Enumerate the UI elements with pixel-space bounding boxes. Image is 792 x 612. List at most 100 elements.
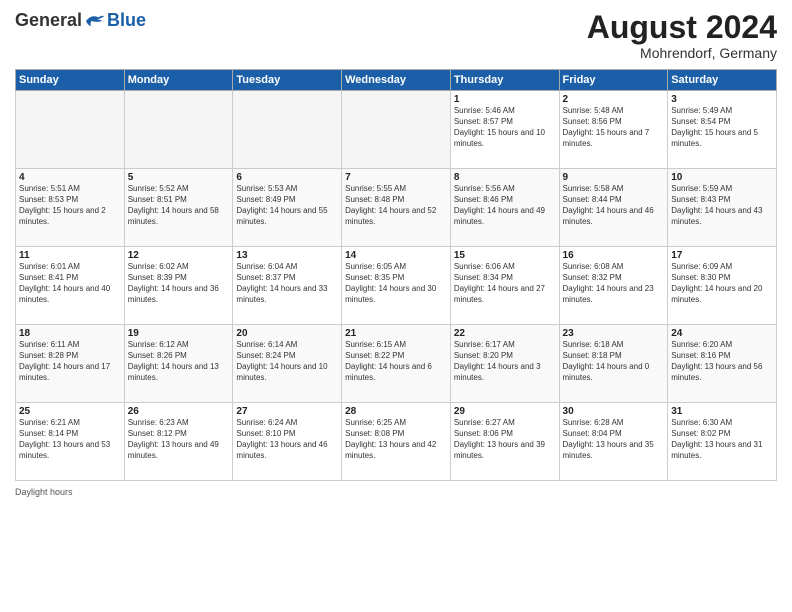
day-number: 12 [128,250,230,261]
logo: General Blue [15,10,146,31]
calendar-cell: 12Sunrise: 6:02 AMSunset: 8:39 PMDayligh… [124,247,233,325]
calendar-cell: 16Sunrise: 6:08 AMSunset: 8:32 PMDayligh… [559,247,668,325]
day-info: Sunrise: 6:14 AMSunset: 8:24 PMDaylight:… [236,340,338,383]
calendar-header-row: SundayMondayTuesdayWednesdayThursdayFrid… [16,70,777,91]
day-info: Sunrise: 5:58 AMSunset: 8:44 PMDaylight:… [563,184,665,227]
day-info: Sunrise: 5:48 AMSunset: 8:56 PMDaylight:… [563,106,665,149]
day-number: 10 [671,172,773,183]
day-number: 2 [563,94,665,105]
day-info: Sunrise: 6:28 AMSunset: 8:04 PMDaylight:… [563,418,665,461]
calendar-cell: 25Sunrise: 6:21 AMSunset: 8:14 PMDayligh… [16,403,125,481]
calendar-cell: 5Sunrise: 5:52 AMSunset: 8:51 PMDaylight… [124,169,233,247]
calendar-cell: 26Sunrise: 6:23 AMSunset: 8:12 PMDayligh… [124,403,233,481]
month-title: August 2024 [587,10,777,45]
calendar-cell: 15Sunrise: 6:06 AMSunset: 8:34 PMDayligh… [450,247,559,325]
day-info: Sunrise: 6:21 AMSunset: 8:14 PMDaylight:… [19,418,121,461]
calendar-week-4: 18Sunrise: 6:11 AMSunset: 8:28 PMDayligh… [16,325,777,403]
calendar-cell: 23Sunrise: 6:18 AMSunset: 8:18 PMDayligh… [559,325,668,403]
day-info: Sunrise: 6:01 AMSunset: 8:41 PMDaylight:… [19,262,121,305]
calendar-cell: 1Sunrise: 5:46 AMSunset: 8:57 PMDaylight… [450,91,559,169]
day-number: 25 [19,406,121,417]
calendar-cell: 10Sunrise: 5:59 AMSunset: 8:43 PMDayligh… [668,169,777,247]
calendar-cell: 4Sunrise: 5:51 AMSunset: 8:53 PMDaylight… [16,169,125,247]
day-info: Sunrise: 5:59 AMSunset: 8:43 PMDaylight:… [671,184,773,227]
day-info: Sunrise: 6:09 AMSunset: 8:30 PMDaylight:… [671,262,773,305]
calendar-cell: 20Sunrise: 6:14 AMSunset: 8:24 PMDayligh… [233,325,342,403]
day-info: Sunrise: 5:52 AMSunset: 8:51 PMDaylight:… [128,184,230,227]
calendar-cell: 8Sunrise: 5:56 AMSunset: 8:46 PMDaylight… [450,169,559,247]
day-info: Sunrise: 5:49 AMSunset: 8:54 PMDaylight:… [671,106,773,149]
calendar: SundayMondayTuesdayWednesdayThursdayFrid… [15,69,777,481]
day-info: Sunrise: 6:05 AMSunset: 8:35 PMDaylight:… [345,262,447,305]
day-number: 5 [128,172,230,183]
calendar-col-header-monday: Monday [124,70,233,91]
calendar-week-5: 25Sunrise: 6:21 AMSunset: 8:14 PMDayligh… [16,403,777,481]
day-info: Sunrise: 6:15 AMSunset: 8:22 PMDaylight:… [345,340,447,383]
day-info: Sunrise: 6:08 AMSunset: 8:32 PMDaylight:… [563,262,665,305]
day-info: Sunrise: 6:23 AMSunset: 8:12 PMDaylight:… [128,418,230,461]
calendar-col-header-wednesday: Wednesday [342,70,451,91]
calendar-col-header-tuesday: Tuesday [233,70,342,91]
day-number: 24 [671,328,773,339]
day-info: Sunrise: 5:46 AMSunset: 8:57 PMDaylight:… [454,106,556,149]
logo-blue-text: Blue [107,10,146,31]
day-number: 3 [671,94,773,105]
day-info: Sunrise: 5:51 AMSunset: 8:53 PMDaylight:… [19,184,121,227]
day-info: Sunrise: 6:04 AMSunset: 8:37 PMDaylight:… [236,262,338,305]
calendar-col-header-friday: Friday [559,70,668,91]
title-area: August 2024 Mohrendorf, Germany [587,10,777,61]
day-info: Sunrise: 6:17 AMSunset: 8:20 PMDaylight:… [454,340,556,383]
calendar-cell [16,91,125,169]
calendar-cell: 14Sunrise: 6:05 AMSunset: 8:35 PMDayligh… [342,247,451,325]
day-number: 19 [128,328,230,339]
calendar-cell: 24Sunrise: 6:20 AMSunset: 8:16 PMDayligh… [668,325,777,403]
day-number: 7 [345,172,447,183]
day-number: 20 [236,328,338,339]
calendar-cell [124,91,233,169]
calendar-cell [342,91,451,169]
calendar-cell: 30Sunrise: 6:28 AMSunset: 8:04 PMDayligh… [559,403,668,481]
day-info: Sunrise: 6:12 AMSunset: 8:26 PMDaylight:… [128,340,230,383]
calendar-cell: 13Sunrise: 6:04 AMSunset: 8:37 PMDayligh… [233,247,342,325]
location: Mohrendorf, Germany [587,45,777,61]
calendar-cell: 22Sunrise: 6:17 AMSunset: 8:20 PMDayligh… [450,325,559,403]
calendar-cell: 28Sunrise: 6:25 AMSunset: 8:08 PMDayligh… [342,403,451,481]
day-number: 4 [19,172,121,183]
day-number: 27 [236,406,338,417]
footer-note-text: Daylight hours [15,487,73,497]
day-info: Sunrise: 6:11 AMSunset: 8:28 PMDaylight:… [19,340,121,383]
day-info: Sunrise: 6:02 AMSunset: 8:39 PMDaylight:… [128,262,230,305]
calendar-cell: 21Sunrise: 6:15 AMSunset: 8:22 PMDayligh… [342,325,451,403]
day-number: 1 [454,94,556,105]
calendar-cell: 11Sunrise: 6:01 AMSunset: 8:41 PMDayligh… [16,247,125,325]
calendar-cell: 19Sunrise: 6:12 AMSunset: 8:26 PMDayligh… [124,325,233,403]
day-number: 28 [345,406,447,417]
calendar-col-header-sunday: Sunday [16,70,125,91]
calendar-cell: 31Sunrise: 6:30 AMSunset: 8:02 PMDayligh… [668,403,777,481]
calendar-cell [233,91,342,169]
day-number: 17 [671,250,773,261]
calendar-cell: 17Sunrise: 6:09 AMSunset: 8:30 PMDayligh… [668,247,777,325]
day-number: 9 [563,172,665,183]
calendar-cell: 27Sunrise: 6:24 AMSunset: 8:10 PMDayligh… [233,403,342,481]
day-number: 26 [128,406,230,417]
calendar-col-header-saturday: Saturday [668,70,777,91]
day-info: Sunrise: 6:20 AMSunset: 8:16 PMDaylight:… [671,340,773,383]
calendar-cell: 9Sunrise: 5:58 AMSunset: 8:44 PMDaylight… [559,169,668,247]
day-info: Sunrise: 5:56 AMSunset: 8:46 PMDaylight:… [454,184,556,227]
calendar-week-3: 11Sunrise: 6:01 AMSunset: 8:41 PMDayligh… [16,247,777,325]
day-number: 23 [563,328,665,339]
day-info: Sunrise: 6:18 AMSunset: 8:18 PMDaylight:… [563,340,665,383]
day-number: 21 [345,328,447,339]
footer-note: Daylight hours [15,487,777,497]
day-info: Sunrise: 6:27 AMSunset: 8:06 PMDaylight:… [454,418,556,461]
calendar-cell: 2Sunrise: 5:48 AMSunset: 8:56 PMDaylight… [559,91,668,169]
calendar-week-1: 1Sunrise: 5:46 AMSunset: 8:57 PMDaylight… [16,91,777,169]
day-number: 22 [454,328,556,339]
day-number: 8 [454,172,556,183]
day-number: 29 [454,406,556,417]
header: General Blue August 2024 Mohrendorf, Ger… [15,10,777,61]
day-number: 13 [236,250,338,261]
day-number: 15 [454,250,556,261]
calendar-cell: 18Sunrise: 6:11 AMSunset: 8:28 PMDayligh… [16,325,125,403]
